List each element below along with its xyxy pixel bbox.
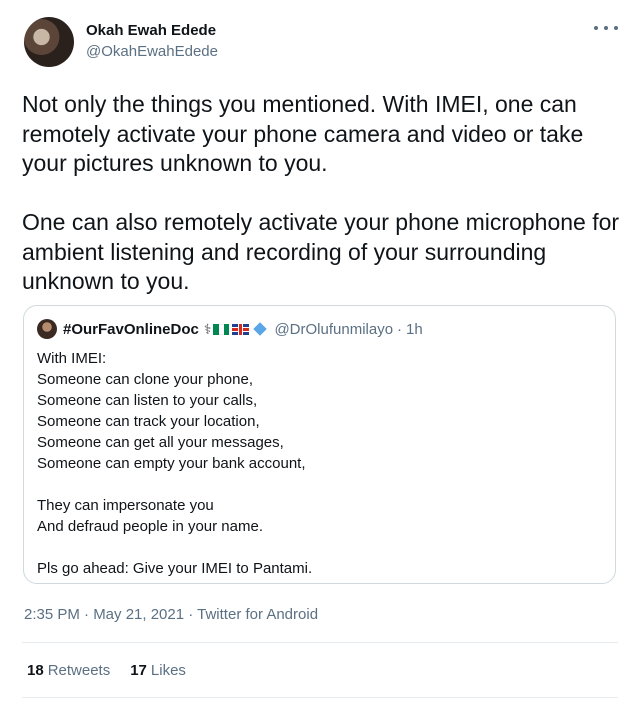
nigeria-flag-icon — [213, 323, 230, 335]
likes-stat[interactable]: 17 Likes — [130, 662, 186, 679]
stethoscope-icon: ⚕ — [203, 320, 212, 337]
tweet-meta[interactable]: 2:35 PM · May 21, 2021 · Twitter for And… — [24, 606, 318, 623]
likes-count: 17 — [130, 662, 147, 679]
author-display-name[interactable]: Okah Ewah Edede — [86, 22, 218, 39]
quoted-tweet-header: #OurFavOnlineDoc ⚕ @DrOlufunmilayo · 1h — [37, 319, 423, 339]
tweet-text: Not only the things you mentioned. With … — [22, 91, 620, 294]
quoted-name-emojis: ⚕ — [204, 321, 271, 338]
uk-flag-icon — [232, 323, 250, 335]
quoted-avatar — [37, 319, 57, 339]
tweet: Okah Ewah Edede @OkahEwahEdede Not only … — [0, 0, 640, 705]
retweets-count: 18 — [27, 662, 44, 679]
more-horizontal-icon[interactable] — [594, 18, 618, 38]
retweets-stat[interactable]: 18 Retweets — [27, 662, 110, 679]
quoted-tweet[interactable]: #OurFavOnlineDoc ⚕ @DrOlufunmilayo · 1h … — [23, 305, 616, 584]
divider — [22, 697, 618, 698]
quoted-separator: · — [397, 320, 403, 338]
author-info: Okah Ewah Edede @OkahEwahEdede — [86, 22, 218, 60]
quoted-time: 1h — [406, 320, 423, 338]
author-avatar[interactable] — [24, 17, 74, 67]
diamond-icon — [253, 322, 268, 336]
tweet-stats: 18 Retweets 17 Likes — [27, 662, 206, 679]
likes-label: Likes — [150, 662, 186, 679]
divider — [22, 642, 618, 643]
retweets-label: Retweets — [47, 662, 111, 679]
quoted-display-name: #OurFavOnlineDoc — [63, 320, 199, 338]
author-handle[interactable]: @OkahEwahEdede — [86, 43, 218, 60]
quoted-handle: @DrOlufunmilayo — [274, 320, 394, 338]
quoted-tweet-text: With IMEI: Someone can clone your phone,… — [37, 350, 313, 577]
